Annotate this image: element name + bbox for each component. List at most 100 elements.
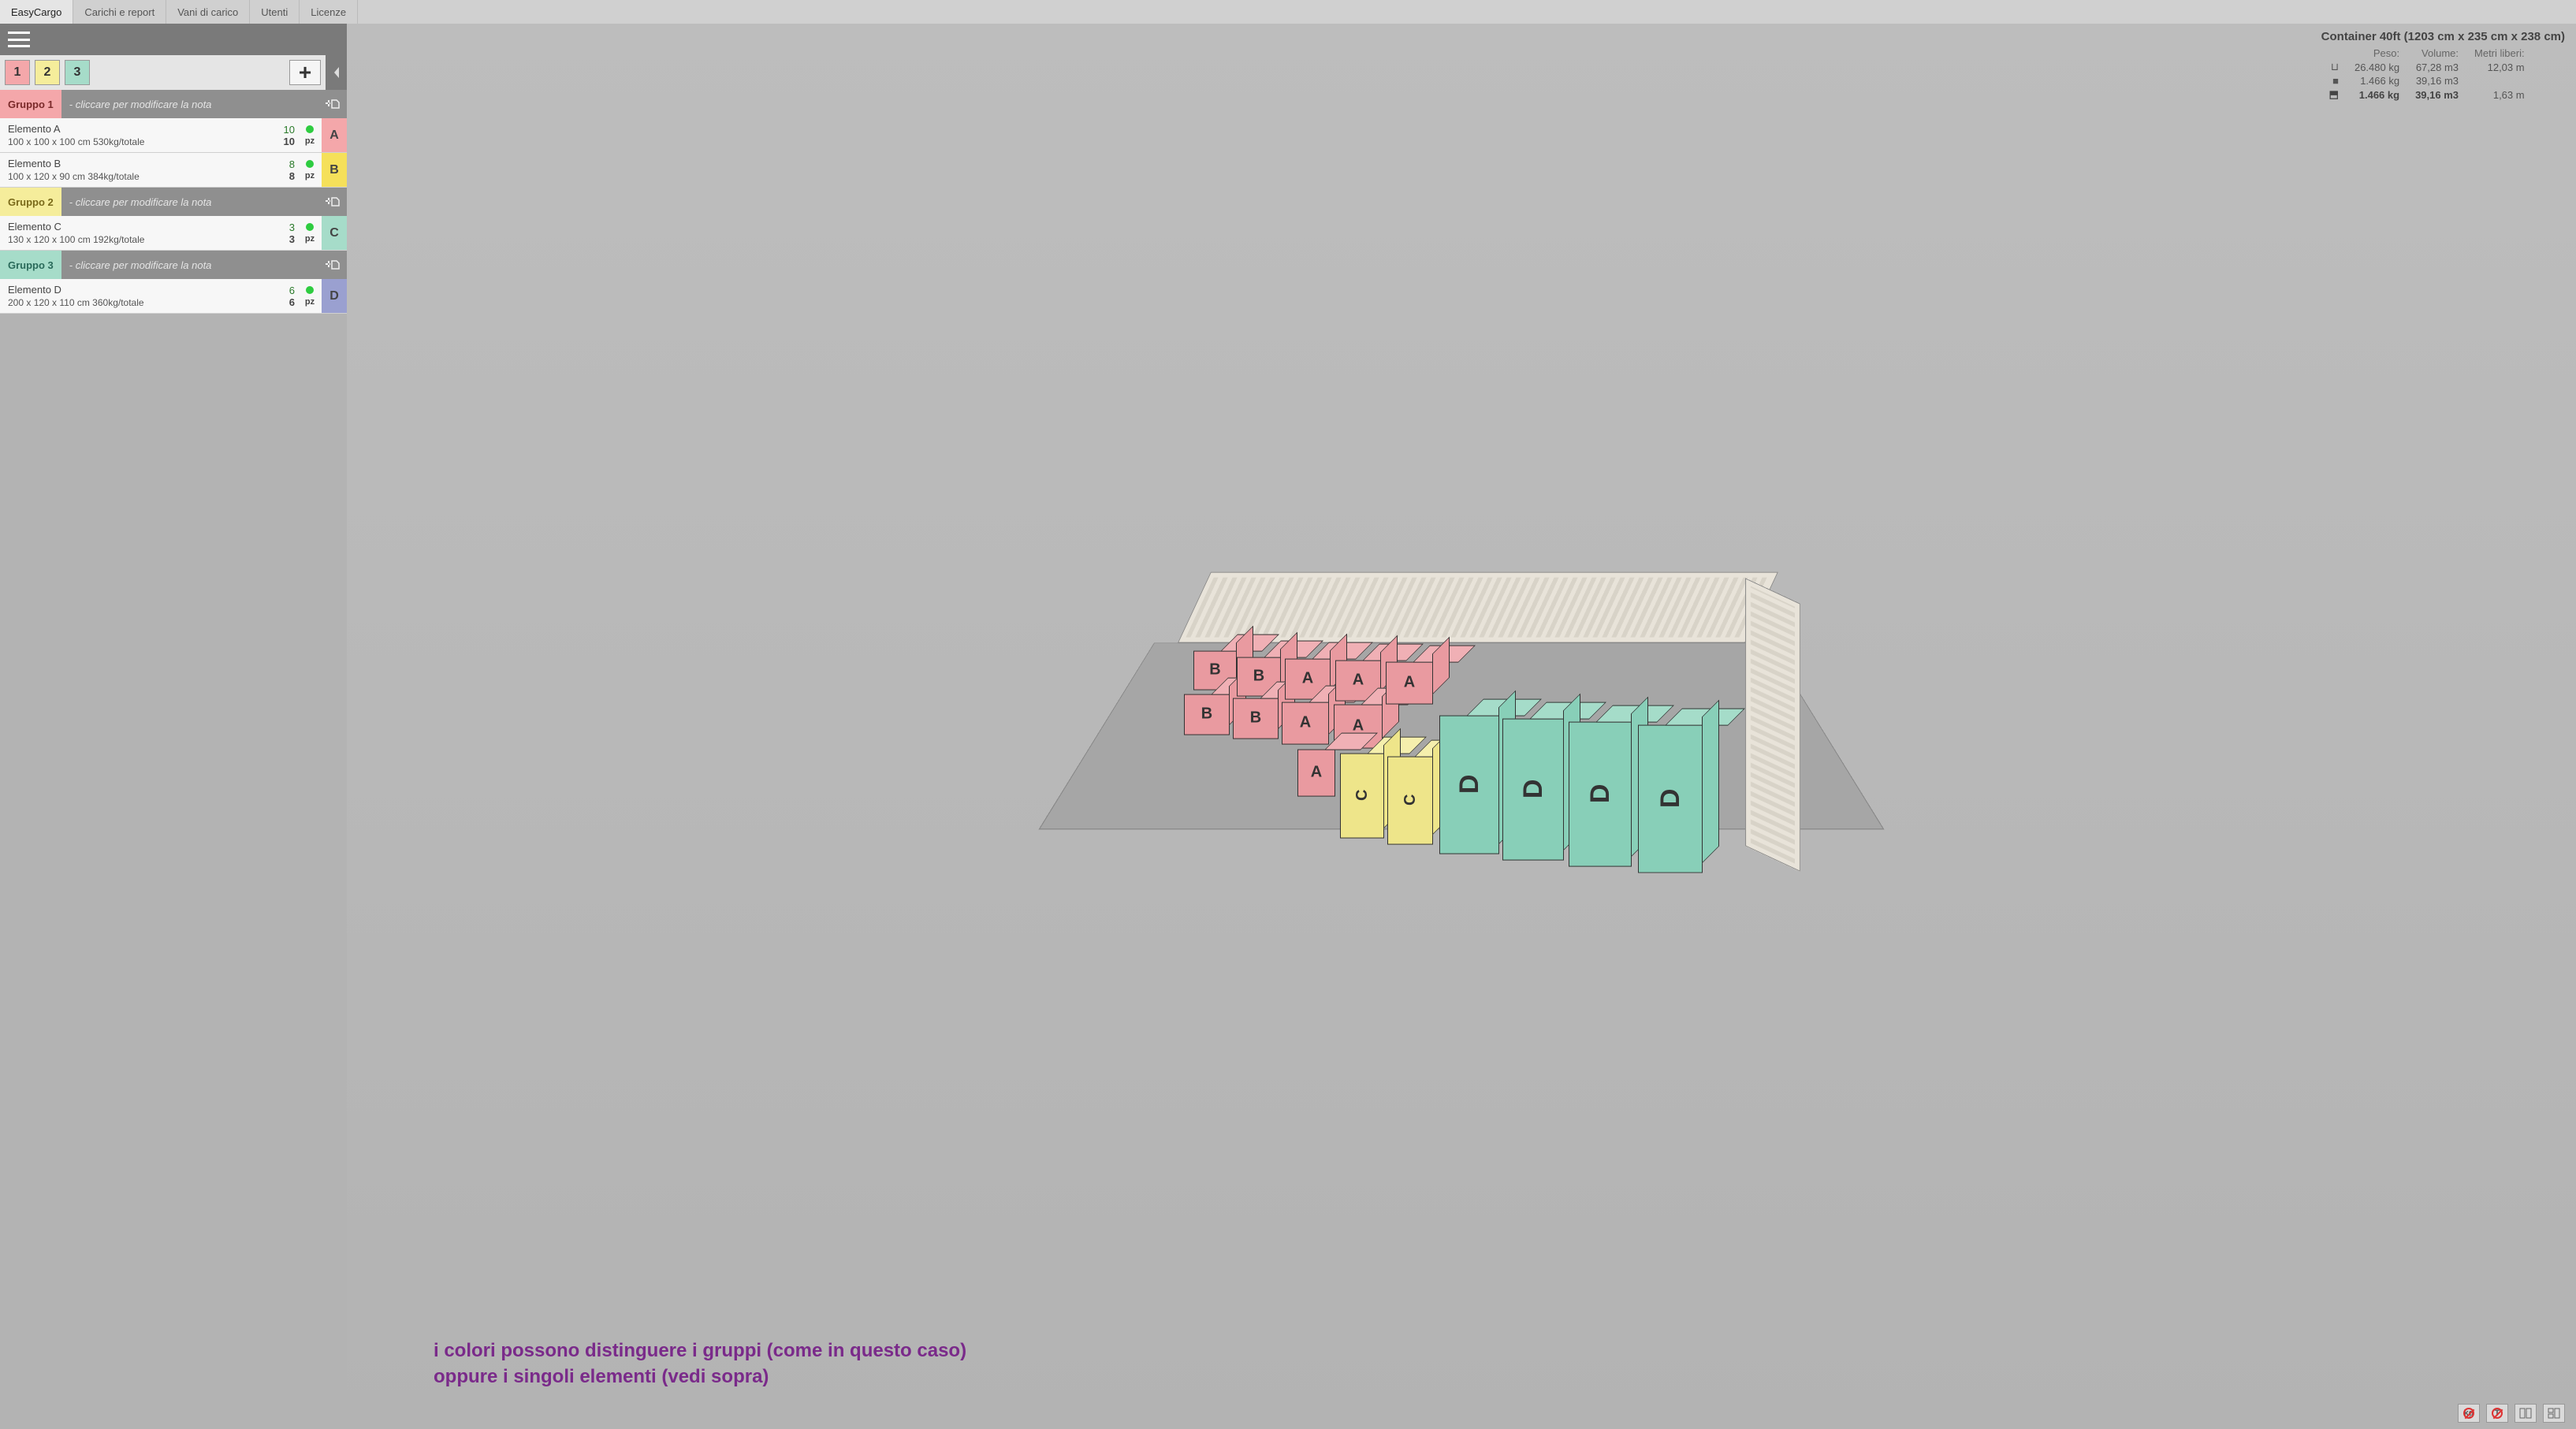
- stats-header-peso: Peso:: [2347, 47, 2407, 60]
- item-dimensions: 100 x 120 x 90 cm 384kg/totale: [8, 171, 243, 182]
- view-icon: [2548, 1408, 2560, 1419]
- box-a[interactable]: A: [1282, 701, 1329, 744]
- group-label[interactable]: Gruppo 1: [0, 90, 61, 118]
- item-count-loaded: 3: [289, 221, 295, 233]
- container-title: Container 40ft (1203 cm x 235 cm x 238 c…: [2321, 30, 2565, 43]
- group-action-button[interactable]: [318, 251, 347, 279]
- nav-tab-licenze[interactable]: Licenze: [300, 0, 358, 24]
- status-dot-icon: [306, 286, 314, 294]
- item-unit: pz: [305, 234, 315, 244]
- item-letter-badge[interactable]: D: [322, 279, 347, 313]
- item-count-total: 6: [289, 296, 295, 308]
- stat-peso: 1.466 kg: [2347, 87, 2407, 102]
- item-letter-badge[interactable]: A: [322, 118, 347, 152]
- container-end-wall: [1745, 578, 1800, 872]
- group-action-button[interactable]: [318, 188, 347, 216]
- item-count-loaded: 6: [289, 285, 295, 296]
- item-unit: pz: [305, 171, 315, 180]
- item-row[interactable]: Elemento A 100 x 100 x 100 cm 530kg/tota…: [0, 118, 347, 153]
- view-icon: [2519, 1408, 2532, 1419]
- nav-tab-vani[interactable]: Vani di carico: [166, 0, 250, 24]
- stat-metri: 1,63 m: [2466, 87, 2533, 102]
- annotation-line: i colori possono distinguere i gruppi (c…: [434, 1338, 966, 1364]
- item-name: Elemento A: [8, 123, 243, 135]
- add-group-button[interactable]: +: [289, 60, 321, 85]
- item-count-loaded: 10: [284, 124, 295, 136]
- container-back-wall: [1178, 571, 1778, 642]
- item-unit: pz: [305, 297, 315, 307]
- box-a[interactable]: A: [1297, 749, 1335, 796]
- nav-tab-carichi[interactable]: Carichi e report: [73, 0, 166, 24]
- item-unit: pz: [305, 136, 315, 146]
- disabled-icon: [2463, 1408, 2474, 1419]
- view-mode-2-button[interactable]: [2543, 1404, 2565, 1423]
- group-header-2: Gruppo 2 - cliccare per modificare la no…: [0, 188, 347, 216]
- item-dimensions: 100 x 100 x 100 cm 530kg/totale: [8, 136, 243, 147]
- disabled-icon: [2492, 1408, 2503, 1419]
- item-dimensions: 130 x 120 x 100 cm 192kg/totale: [8, 234, 243, 245]
- item-dimensions: 200 x 120 x 110 cm 360kg/totale: [8, 297, 243, 308]
- select-group-1[interactable]: 1: [5, 60, 30, 85]
- add-to-container-icon: [325, 259, 341, 271]
- stat-icon-capacity: ⊔: [2321, 60, 2347, 74]
- item-name: Elemento D: [8, 284, 243, 296]
- item-name: Elemento B: [8, 158, 243, 169]
- groups-list: Gruppo 1 - cliccare per modificare la no…: [0, 90, 347, 314]
- item-count-total: 10: [284, 136, 295, 147]
- select-group-3[interactable]: 3: [65, 60, 90, 85]
- box-d[interactable]: D: [1502, 718, 1564, 860]
- item-name: Elemento C: [8, 221, 243, 233]
- box-c[interactable]: C: [1340, 753, 1384, 838]
- status-dot-icon: [306, 223, 314, 231]
- add-to-container-icon: [325, 98, 341, 110]
- group-label[interactable]: Gruppo 3: [0, 251, 61, 279]
- 3d-viewport[interactable]: Container 40ft (1203 cm x 235 cm x 238 c…: [347, 24, 2576, 1429]
- box-d[interactable]: D: [1638, 724, 1703, 873]
- item-row[interactable]: Elemento D 200 x 120 x 110 cm 360kg/tota…: [0, 279, 347, 314]
- top-nav: EasyCargo Carichi e report Vani di caric…: [0, 0, 2576, 24]
- menu-button[interactable]: [0, 24, 347, 55]
- toggle-weight-button[interactable]: kg: [2458, 1404, 2480, 1423]
- stat-vol: 67,28 m3: [2407, 60, 2466, 74]
- group-header-1: Gruppo 1 - cliccare per modificare la no…: [0, 90, 347, 118]
- container-stats: Container 40ft (1203 cm x 235 cm x 238 c…: [2321, 30, 2565, 102]
- add-to-container-icon: [325, 195, 341, 208]
- item-count-loaded: 8: [289, 158, 295, 170]
- group-note-input[interactable]: - cliccare per modificare la nota: [61, 90, 318, 118]
- annotation-text: i colori possono distinguere i gruppi (c…: [434, 1338, 966, 1390]
- group-action-button[interactable]: [318, 90, 347, 118]
- box-d[interactable]: D: [1569, 721, 1632, 866]
- hamburger-icon: [8, 32, 30, 47]
- item-letter-badge[interactable]: C: [322, 216, 347, 250]
- box-b[interactable]: B: [1184, 694, 1230, 735]
- group-note-input[interactable]: - cliccare per modificare la nota: [61, 251, 318, 279]
- group-label[interactable]: Gruppo 2: [0, 188, 61, 216]
- stat-icon-total: ⬒: [2321, 87, 2347, 102]
- status-dot-icon: [306, 125, 314, 133]
- stat-vol: 39,16 m3: [2407, 74, 2466, 87]
- group-note-input[interactable]: - cliccare per modificare la nota: [61, 188, 318, 216]
- item-letter-badge[interactable]: B: [322, 153, 347, 187]
- item-count-total: 3: [289, 233, 295, 245]
- group-header-3: Gruppo 3 - cliccare per modificare la no…: [0, 251, 347, 279]
- box-b[interactable]: B: [1233, 698, 1279, 739]
- box-d[interactable]: D: [1439, 715, 1499, 854]
- box-a[interactable]: A: [1386, 661, 1433, 704]
- item-count-total: 8: [289, 170, 295, 182]
- 3d-scene: B B B B A A A A A A C C D D D D: [1162, 564, 1761, 902]
- nav-tab-easycargo[interactable]: EasyCargo: [0, 0, 73, 24]
- item-row[interactable]: Elemento C 130 x 120 x 100 cm 192kg/tota…: [0, 216, 347, 251]
- item-row[interactable]: Elemento B 100 x 120 x 90 cm 384kg/total…: [0, 153, 347, 188]
- chevron-left-icon: [333, 67, 341, 78]
- view-mode-1-button[interactable]: [2515, 1404, 2537, 1423]
- toggle-labels-button[interactable]: T: [2486, 1404, 2508, 1423]
- collapse-sidebar-button[interactable]: [326, 55, 347, 90]
- box-c[interactable]: C: [1387, 756, 1433, 844]
- stat-peso: 1.466 kg: [2347, 74, 2407, 87]
- stat-metri: [2466, 74, 2533, 87]
- status-dot-icon: [306, 160, 314, 168]
- sidebar: 1 2 3 + Gruppo 1 - cliccare per modifica…: [0, 24, 347, 1429]
- nav-tab-utenti[interactable]: Utenti: [250, 0, 300, 24]
- stats-header-metri: Metri liberi:: [2466, 47, 2533, 60]
- select-group-2[interactable]: 2: [35, 60, 60, 85]
